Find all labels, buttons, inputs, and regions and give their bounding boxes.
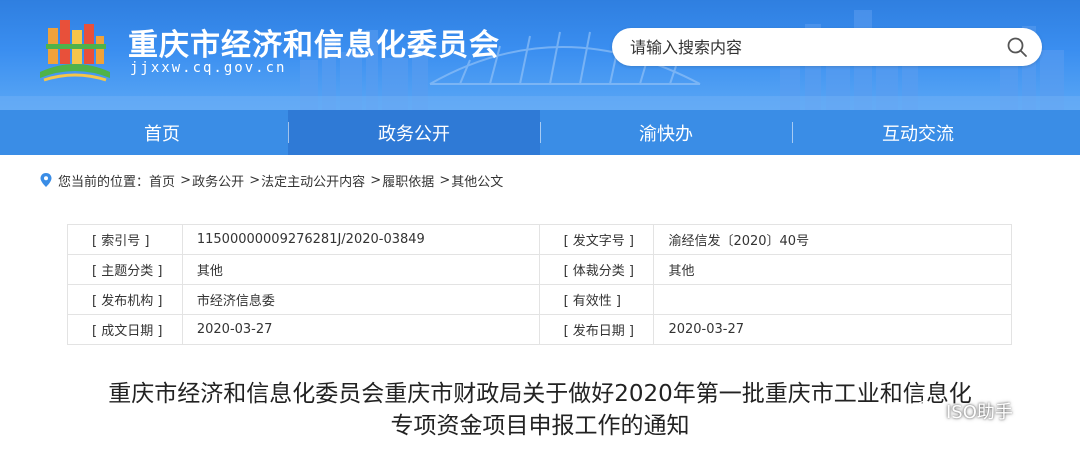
nav-item-label: 首页 bbox=[144, 123, 180, 145]
search-input[interactable] bbox=[630, 28, 990, 66]
breadcrumb: 您当前的位置： 首页 > 政务公开 > 法定主动公开内容 > 履职依据 > 其他… bbox=[40, 169, 503, 191]
topic-category-label: [ 主题分类 ] bbox=[67, 254, 183, 285]
site-domain: jjxxw.cq.gov.cn bbox=[130, 60, 287, 76]
table-row: [ 主题分类 ] 其他 [ 体裁分类 ] 其他 bbox=[67, 254, 1012, 285]
nav-item-interaction[interactable]: 互动交流 bbox=[792, 110, 1044, 155]
breadcrumb-separator: > bbox=[180, 172, 192, 188]
search-icon[interactable] bbox=[1006, 36, 1028, 58]
document-info-table: [ 索引号 ] 11500000009276281J/2020-03849 [ … bbox=[67, 224, 1012, 345]
header-banner: 重庆市经济和信息化委员会 jjxxw.cq.gov.cn bbox=[0, 0, 1080, 110]
written-date-label: [ 成文日期 ] bbox=[67, 314, 183, 345]
validity-label: [ 有效性 ] bbox=[538, 284, 655, 315]
nav-item-government-affairs[interactable]: 政务公开 bbox=[288, 110, 540, 155]
publish-date-value: 2020-03-27 bbox=[653, 314, 1012, 345]
publisher-label: [ 发布机构 ] bbox=[67, 284, 183, 315]
breadcrumb-item-other-documents[interactable]: 其他公文 bbox=[451, 171, 503, 190]
table-row: [ 索引号 ] 11500000009276281J/2020-03849 [ … bbox=[67, 224, 1012, 255]
breadcrumb-item-home[interactable]: 首页 bbox=[149, 171, 175, 190]
index-number-label: [ 索引号 ] bbox=[67, 224, 183, 255]
breadcrumb-item-statutory-disclosure[interactable]: 法定主动公开内容 bbox=[261, 171, 365, 190]
breadcrumb-prefix: 您当前的位置： bbox=[58, 174, 150, 190]
publisher-value: 市经济信息委 bbox=[181, 284, 540, 315]
city-logo-icon[interactable] bbox=[38, 14, 112, 88]
chat-bubbles-icon bbox=[914, 400, 942, 421]
breadcrumb-item-government-affairs[interactable]: 政务公开 bbox=[192, 171, 244, 190]
breadcrumb-separator: > bbox=[439, 172, 451, 188]
breadcrumb-separator: > bbox=[249, 172, 261, 188]
written-date-value: 2020-03-27 bbox=[181, 314, 540, 345]
table-row: [ 发布机构 ] 市经济信息委 [ 有效性 ] bbox=[67, 284, 1012, 315]
document-number-label: [ 发文字号 ] bbox=[538, 224, 655, 255]
validity-value bbox=[653, 284, 1012, 315]
genre-category-label: [ 体裁分类 ] bbox=[538, 254, 655, 285]
nav-item-label: 渝快办 bbox=[639, 123, 693, 145]
breadcrumb-item-duty-basis[interactable]: 履职依据 bbox=[382, 171, 434, 190]
watermark: ISO助手 bbox=[914, 396, 1013, 426]
publish-date-label: [ 发布日期 ] bbox=[538, 314, 655, 345]
topic-category-value: 其他 bbox=[181, 254, 540, 285]
index-number-value: 11500000009276281J/2020-03849 bbox=[181, 224, 540, 255]
document-number-value: 渝经信发〔2020〕40号 bbox=[653, 224, 1012, 255]
main-nav: 首页 政务公开 渝快办 互动交流 bbox=[0, 110, 1080, 155]
genre-category-value: 其他 bbox=[653, 254, 1012, 285]
location-pin-icon bbox=[40, 173, 52, 187]
nav-item-yukuaiban[interactable]: 渝快办 bbox=[540, 110, 792, 155]
breadcrumb-separator: > bbox=[370, 172, 382, 188]
table-row: [ 成文日期 ] 2020-03-27 [ 发布日期 ] 2020-03-27 bbox=[67, 314, 1012, 345]
watermark-text: ISO助手 bbox=[946, 402, 1013, 423]
nav-item-label: 互动交流 bbox=[882, 123, 954, 145]
site-title[interactable]: 重庆市经济和信息化委员会 bbox=[128, 20, 500, 64]
search-box bbox=[612, 28, 1042, 66]
nav-item-label: 政务公开 bbox=[378, 123, 450, 145]
nav-item-home[interactable]: 首页 bbox=[36, 110, 288, 155]
